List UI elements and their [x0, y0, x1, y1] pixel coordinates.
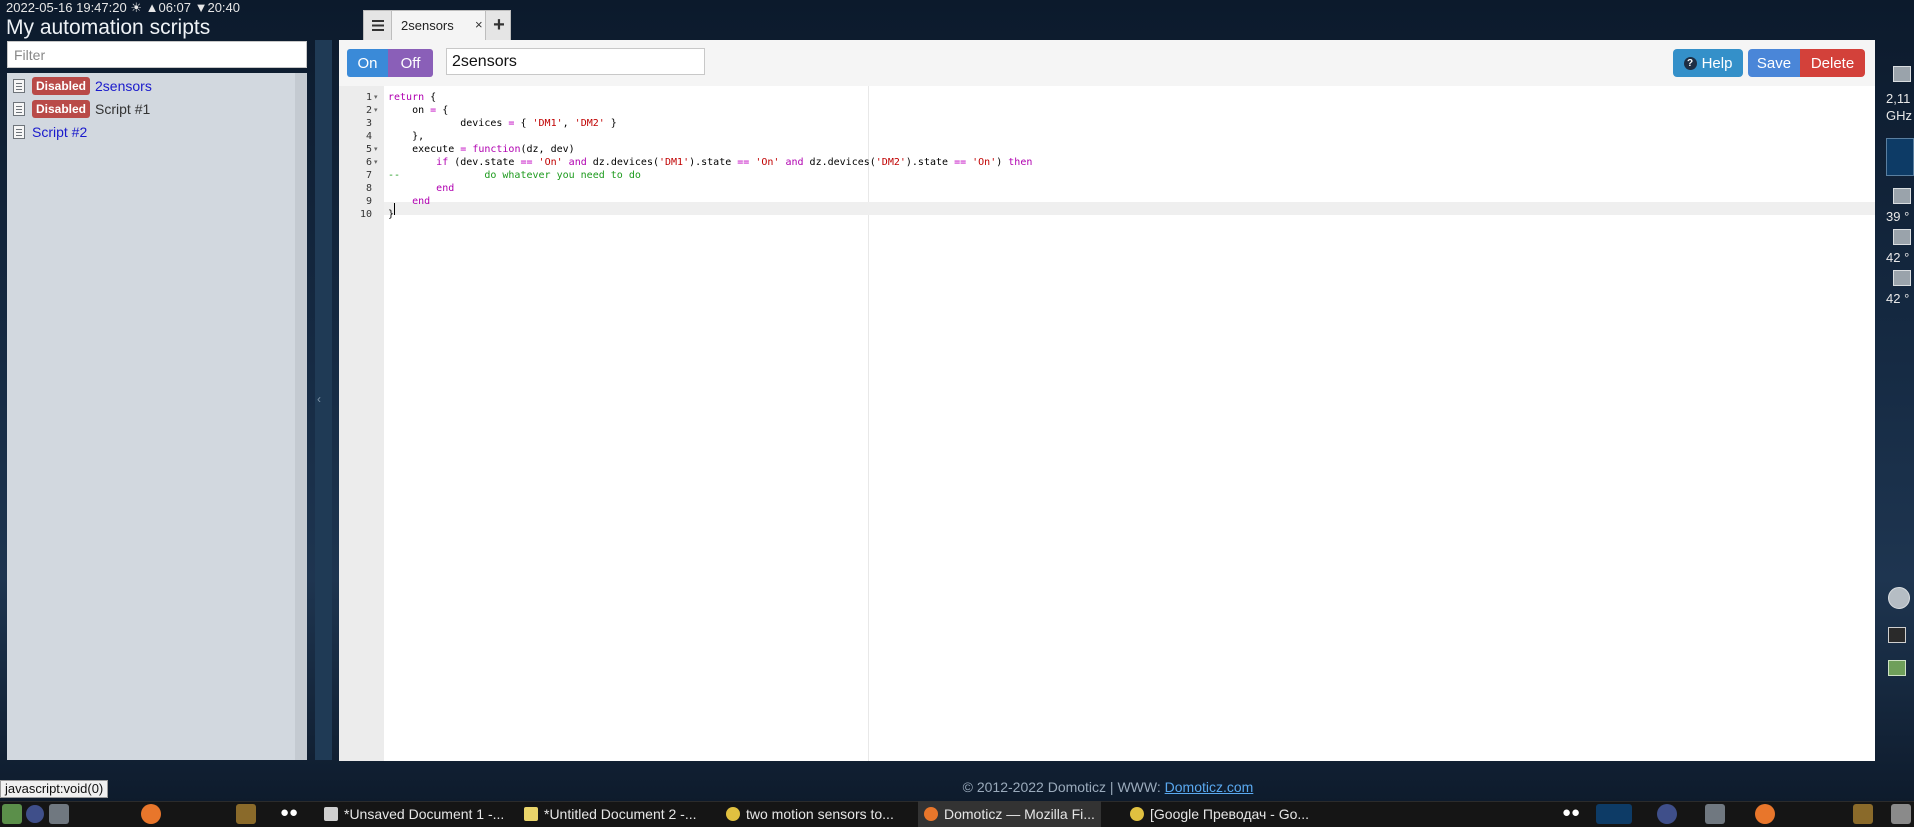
cpu-load-graph-icon: [1886, 138, 1914, 176]
line-number: 5: [365, 144, 372, 155]
code-line[interactable]: return {: [388, 91, 436, 104]
trash-icon[interactable]: [1891, 804, 1911, 824]
taskbar-item-active[interactable]: Domoticz — Mozilla Fi...: [918, 801, 1101, 827]
script-item-2sensors[interactable]: Disabled 2sensors: [13, 76, 152, 96]
page-footer: © 2012-2022 Domoticz | WWW: Domoticz.com: [340, 779, 1876, 795]
fold-arrow-icon[interactable]: ▾: [374, 156, 378, 169]
script-name[interactable]: Script #2: [32, 124, 87, 140]
temperature-3: 42 °: [1886, 291, 1910, 306]
script-list-scrollbar[interactable]: [295, 73, 307, 760]
cpu-icon: [1893, 66, 1911, 82]
text-editor-icon[interactable]: [236, 804, 256, 824]
help-label: Help: [1701, 54, 1733, 72]
launcher-icon[interactable]: [26, 805, 44, 823]
footer-copyright: © 2012-2022 Domoticz | WWW:: [962, 779, 1165, 795]
line-number: 4: [365, 131, 372, 142]
off-button[interactable]: Off: [388, 49, 433, 77]
line-number: 2: [365, 105, 372, 116]
filter-input[interactable]: [7, 41, 307, 68]
fold-arrow-icon[interactable]: ▾: [374, 143, 378, 156]
document-icon: [13, 102, 25, 116]
script-name[interactable]: Script #1: [95, 101, 150, 117]
file-manager-icon[interactable]: [1705, 804, 1725, 824]
firefox-icon[interactable]: [1755, 804, 1775, 824]
text-editor-icon[interactable]: [1853, 804, 1873, 824]
disk-icon: [1888, 587, 1910, 609]
status-url-tooltip: javascript:void(0): [0, 780, 109, 798]
code-line[interactable]: on = {: [388, 104, 448, 117]
disabled-badge: Disabled: [32, 100, 91, 118]
script-item-script-2[interactable]: Script #2: [13, 122, 87, 142]
on-button[interactable]: On: [347, 49, 388, 77]
lock-screen-icon[interactable]: [1888, 627, 1906, 643]
text-editor-icon: [524, 807, 538, 821]
battery-icon: [1888, 660, 1906, 676]
line-number: 10: [359, 209, 372, 220]
question-circle-icon: ?: [1683, 56, 1697, 70]
code-line[interactable]: end: [388, 182, 454, 195]
sun-time-status: 2022-05-16 19:47:20 ☀ ▲06:07 ▼20:40: [6, 0, 240, 15]
code-line[interactable]: },: [388, 130, 424, 143]
line-number: 6: [365, 157, 372, 168]
thermometer-icon: [1893, 229, 1911, 245]
text-cursor: [394, 203, 395, 215]
fold-arrow-icon[interactable]: ▾: [374, 91, 378, 104]
tab-2sensors[interactable]: 2sensors ×: [392, 11, 486, 40]
firefox-icon: [924, 807, 938, 821]
launcher-icon[interactable]: [1657, 804, 1677, 824]
chrome-icon: [1130, 807, 1144, 821]
add-tab-button[interactable]: +: [486, 11, 512, 40]
text-editor-icon: [324, 807, 338, 821]
thermometer-icon: [1893, 188, 1911, 204]
code-line[interactable]: execute = function(dz, dev): [388, 143, 575, 156]
file-manager-icon[interactable]: [49, 804, 69, 824]
taskbar-item[interactable]: two motion sensors to...: [720, 801, 900, 827]
eyes-icon[interactable]: ●●: [1562, 804, 1590, 824]
line-number: 7: [365, 170, 372, 181]
help-button[interactable]: ? Help: [1673, 49, 1743, 77]
chrome-icon: [726, 807, 740, 821]
code-line[interactable]: if (dev.state == 'On' and dz.devices('DM…: [388, 156, 1032, 169]
taskbar-item[interactable]: [Google Преводач - Go...: [1124, 801, 1315, 827]
cpu-frequency: 2,11 GHz: [1886, 91, 1912, 123]
thermometer-icon: [1893, 270, 1911, 286]
close-icon[interactable]: ×: [475, 17, 483, 32]
tab-menu-button[interactable]: [364, 11, 392, 40]
domoticz-link[interactable]: Domoticz.com: [1165, 779, 1254, 795]
editor-tab-bar: 2sensors × +: [363, 10, 511, 40]
code-line[interactable]: devices = { 'DM1', 'DM2' }: [388, 117, 617, 130]
fold-arrow-icon[interactable]: ▾: [374, 104, 378, 117]
cpu-graph-icon: [1596, 804, 1632, 824]
page-title: My automation scripts: [6, 16, 211, 39]
document-icon: [13, 79, 25, 93]
script-item-script-1[interactable]: Disabled Script #1: [13, 99, 150, 119]
save-button[interactable]: Save: [1748, 49, 1800, 77]
taskbar-item[interactable]: *Untitled Document 2 -...: [518, 801, 703, 827]
line-number: 8: [365, 183, 372, 194]
code-editor[interactable]: [384, 86, 1875, 761]
delete-button[interactable]: Delete: [1800, 49, 1865, 77]
temperature-2: 42 °: [1886, 250, 1910, 265]
active-line-highlight: [384, 202, 1875, 215]
hamburger-icon: [371, 20, 384, 31]
script-name[interactable]: 2sensors: [95, 78, 152, 94]
temperature-1: 39 °: [1886, 209, 1910, 224]
tab-label: 2sensors: [401, 18, 454, 33]
disabled-badge: Disabled: [32, 77, 91, 95]
eyes-icon[interactable]: ●●: [280, 804, 308, 824]
collapse-arrow-icon[interactable]: ‹: [317, 392, 321, 406]
print-margin: [868, 86, 869, 761]
start-menu-icon[interactable]: [2, 804, 22, 824]
taskbar-item[interactable]: *Unsaved Document 1 -...: [318, 801, 510, 827]
line-number: 1: [365, 92, 372, 103]
script-list: Disabled 2sensors Disabled Script #1 Scr…: [7, 73, 295, 760]
line-number: 3: [365, 118, 372, 129]
code-line[interactable]: -- do whatever you need to do: [388, 169, 641, 182]
firefox-icon[interactable]: [141, 804, 161, 824]
line-number: 9: [365, 196, 372, 207]
script-name-input[interactable]: [446, 48, 705, 75]
document-icon: [13, 125, 25, 139]
